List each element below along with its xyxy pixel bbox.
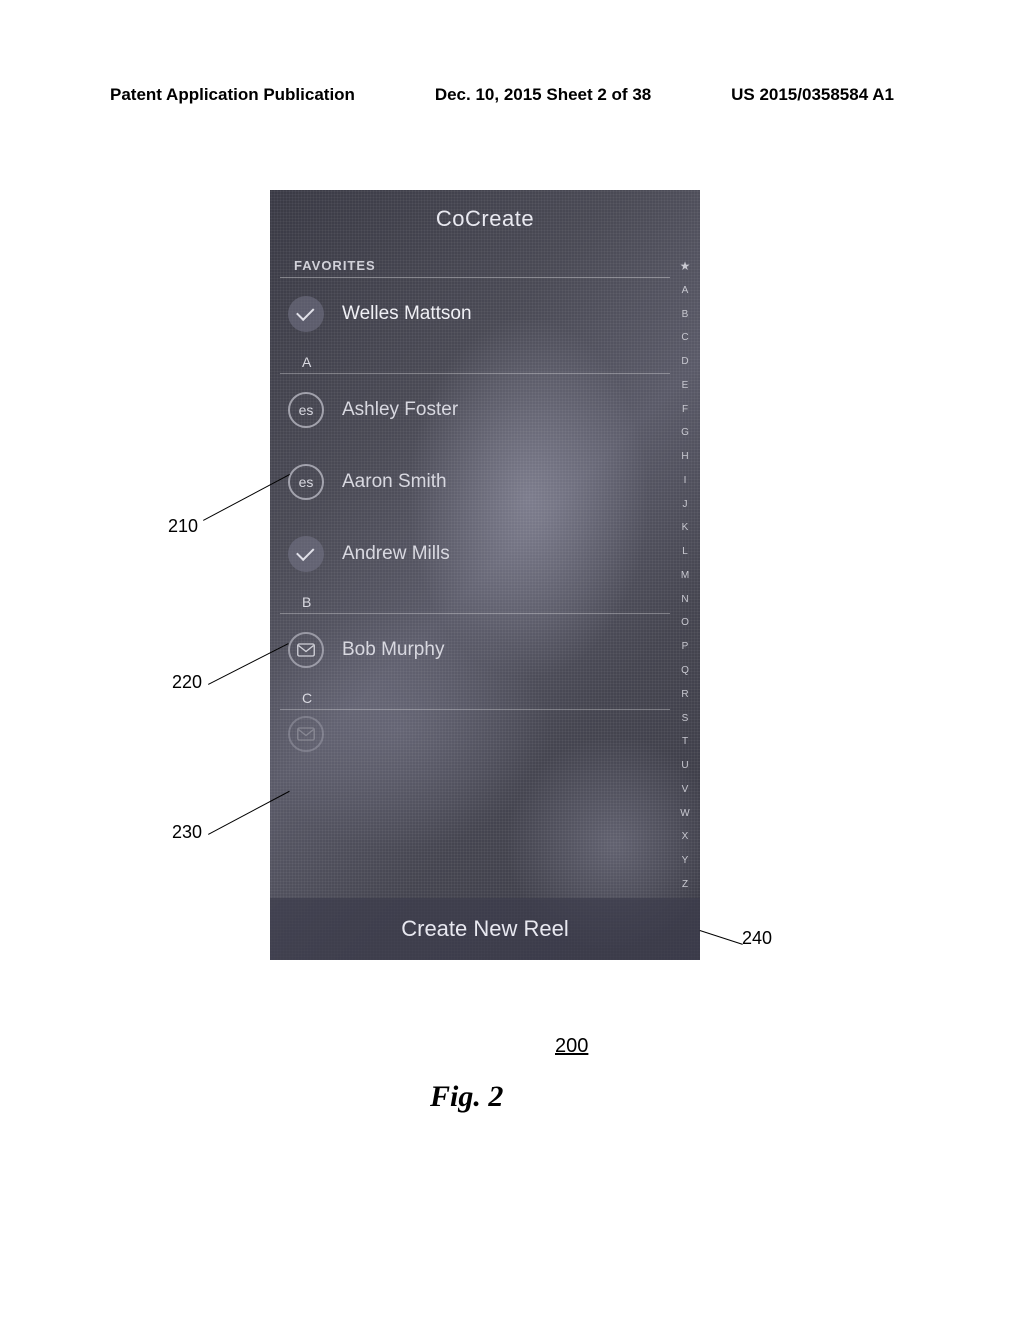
index-letter[interactable]: P: [682, 642, 689, 652]
index-letter[interactable]: A: [682, 286, 689, 296]
section-a-header: A: [280, 350, 670, 374]
index-letter[interactable]: L: [682, 547, 688, 557]
index-letter[interactable]: T: [682, 737, 688, 747]
contact-row-favorite[interactable]: Welles Mattson: [270, 278, 700, 350]
create-new-reel-button[interactable]: Create New Reel: [270, 898, 700, 960]
callout-line: [700, 930, 743, 945]
figure-number: 200: [555, 1035, 588, 1058]
favorites-header: FAVORITES: [280, 252, 670, 278]
section-b-header: B: [280, 590, 670, 614]
header-center: Dec. 10, 2015 Sheet 2 of 38: [435, 85, 651, 105]
alphabet-index[interactable]: ★ A B C D E F G H I J K L M N O P Q R S …: [676, 260, 694, 890]
header-right: US 2015/0358584 A1: [731, 85, 894, 105]
es-icon: es: [288, 464, 324, 500]
es-icon: es: [288, 392, 324, 428]
check-icon: [288, 536, 324, 572]
contact-row-partial[interactable]: [270, 710, 700, 752]
index-star[interactable]: ★: [680, 260, 691, 272]
index-letter[interactable]: G: [681, 428, 689, 438]
index-letter[interactable]: N: [681, 595, 688, 605]
index-letter[interactable]: I: [684, 476, 687, 486]
index-letter[interactable]: B: [682, 310, 689, 320]
index-letter[interactable]: K: [682, 523, 689, 533]
index-letter[interactable]: F: [682, 405, 688, 415]
index-letter[interactable]: H: [681, 452, 688, 462]
index-letter[interactable]: J: [683, 500, 688, 510]
section-c-header: C: [280, 686, 670, 710]
index-letter[interactable]: X: [682, 832, 689, 842]
index-letter[interactable]: V: [682, 785, 689, 795]
page-header: Patent Application Publication Dec. 10, …: [110, 85, 894, 105]
index-letter[interactable]: Y: [682, 856, 689, 866]
mail-icon: [288, 716, 324, 752]
index-letter[interactable]: M: [681, 571, 689, 581]
phone-screen: CoCreate FAVORITES Welles Mattson A es A…: [270, 190, 700, 960]
index-letter[interactable]: E: [682, 381, 689, 391]
index-letter[interactable]: Z: [682, 880, 688, 890]
index-letter[interactable]: D: [681, 357, 688, 367]
index-letter[interactable]: R: [681, 690, 688, 700]
contact-name: Ashley Foster: [342, 399, 458, 421]
callout-220: 220: [172, 672, 202, 693]
figure-caption: Fig. 2: [430, 1080, 503, 1114]
callout-210: 210: [168, 516, 198, 537]
contact-row[interactable]: Bob Murphy: [270, 614, 700, 686]
index-letter[interactable]: U: [681, 761, 688, 771]
contact-name: Welles Mattson: [342, 303, 472, 325]
contact-row[interactable]: es Aaron Smith: [270, 446, 700, 518]
index-letter[interactable]: S: [682, 714, 689, 724]
index-letter[interactable]: Q: [681, 666, 689, 676]
contact-name: Andrew Mills: [342, 543, 450, 565]
mail-icon: [288, 632, 324, 668]
index-letter[interactable]: O: [681, 618, 689, 628]
check-icon: [288, 296, 324, 332]
contact-name: Aaron Smith: [342, 471, 447, 493]
callout-240: 240: [742, 928, 772, 949]
contact-name: Bob Murphy: [342, 639, 444, 661]
app-title: CoCreate: [270, 190, 700, 252]
index-letter[interactable]: W: [680, 809, 689, 819]
index-letter[interactable]: C: [681, 333, 688, 343]
header-left: Patent Application Publication: [110, 85, 355, 105]
bottom-button-label: Create New Reel: [401, 916, 569, 942]
contact-row[interactable]: Andrew Mills: [270, 518, 700, 590]
contact-row[interactable]: es Ashley Foster: [270, 374, 700, 446]
callout-230: 230: [172, 822, 202, 843]
